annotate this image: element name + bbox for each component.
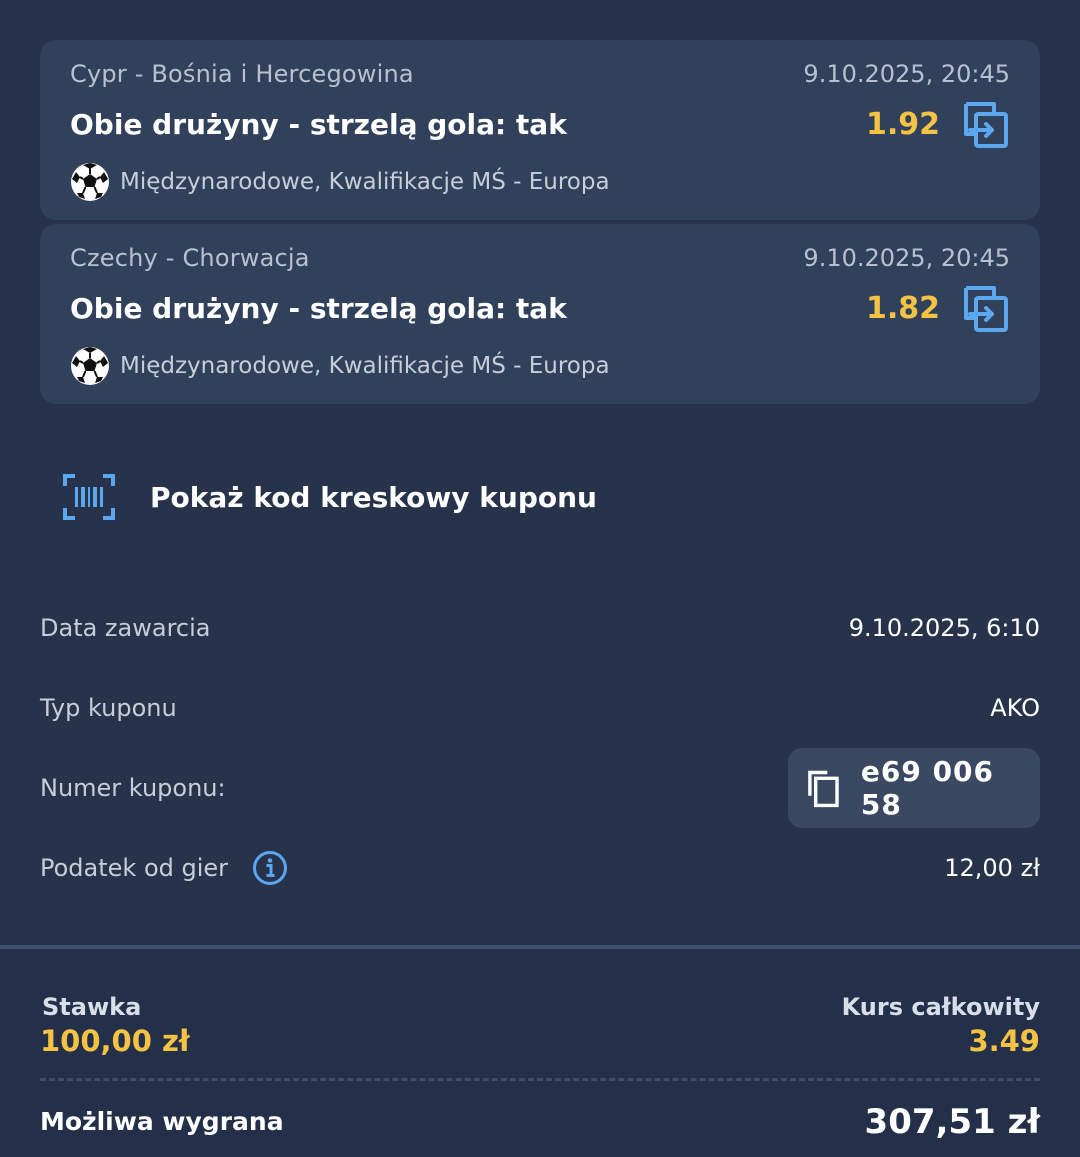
type-label: Typ kuponu xyxy=(40,694,177,722)
stake-value: 100,00 zł xyxy=(40,1024,190,1058)
date-value: 9.10.2025, 6:10 xyxy=(848,614,1040,642)
copy-icon xyxy=(808,770,839,808)
match-name: Czechy - Chorwacja xyxy=(70,244,310,272)
league-info: Międzynarodowe, Kwalifikacje MŚ - Europa xyxy=(70,162,610,202)
league-info: Międzynarodowe, Kwalifikacje MŚ - Europa xyxy=(70,346,610,386)
bet-card[interactable]: Czechy - Chorwacja 9.10.2025, 20:45 Obie… xyxy=(40,224,1040,404)
total-odds-value: 3.49 xyxy=(968,1024,1040,1058)
soccer-ball-icon xyxy=(71,347,109,385)
bet-selection: Obie drużyny - strzelą gola: tak xyxy=(70,108,567,141)
barcode-label: Pokaż kod kreskowy kuponu xyxy=(150,480,597,514)
coupon-details-page: Cypr - Bośnia i Hercegowina 9.10.2025, 2… xyxy=(0,0,1080,1157)
bet-selection: Obie drużyny - strzelą gola: tak xyxy=(70,292,567,325)
league-name: Międzynarodowe, Kwalifikacje MŚ - Europa xyxy=(120,169,610,195)
detail-row-date: Data zawarcia 9.10.2025, 6:10 xyxy=(40,608,1040,648)
bet-odds: 1.82 xyxy=(865,291,940,326)
number-label: Numer kuponu: xyxy=(40,774,226,802)
match-name: Cypr - Bośnia i Hercegowina xyxy=(70,60,414,88)
league-name: Międzynarodowe, Kwalifikacje MŚ - Europa xyxy=(120,353,610,379)
date-label: Data zawarcia xyxy=(40,614,211,642)
soccer-ball-icon xyxy=(71,163,109,201)
swap-bet-icon[interactable] xyxy=(962,100,1010,150)
match-date: 9.10.2025, 20:45 xyxy=(803,60,1010,88)
bet-card[interactable]: Cypr - Bośnia i Hercegowina 9.10.2025, 2… xyxy=(40,40,1040,220)
barcode-icon xyxy=(63,474,115,520)
detail-row-tax: Podatek od gier 12,00 zł xyxy=(40,848,1040,888)
type-value: AKO xyxy=(990,694,1040,722)
info-icon[interactable] xyxy=(252,850,288,886)
copy-coupon-number-button[interactable]: e69 006 58 xyxy=(788,748,1040,828)
tax-value: 12,00 zł xyxy=(944,854,1040,882)
dashed-separator xyxy=(40,1078,1040,1081)
stake-label: Stawka xyxy=(42,993,142,1021)
detail-row-type: Typ kuponu AKO xyxy=(40,688,1040,728)
match-date: 9.10.2025, 20:45 xyxy=(803,244,1010,272)
tax-label: Podatek od gier xyxy=(40,854,229,882)
tax-label-group: Podatek od gier xyxy=(40,850,288,886)
show-barcode-button[interactable]: Pokaż kod kreskowy kuponu xyxy=(62,472,597,522)
bet-odds: 1.92 xyxy=(865,107,940,142)
possible-win-label: Możliwa wygrana xyxy=(40,1107,284,1136)
possible-win-value: 307,51 zł xyxy=(864,1102,1040,1142)
swap-bet-icon[interactable] xyxy=(962,284,1010,334)
total-odds-label: Kurs całkowity xyxy=(841,993,1040,1021)
coupon-number: e69 006 58 xyxy=(860,755,995,821)
